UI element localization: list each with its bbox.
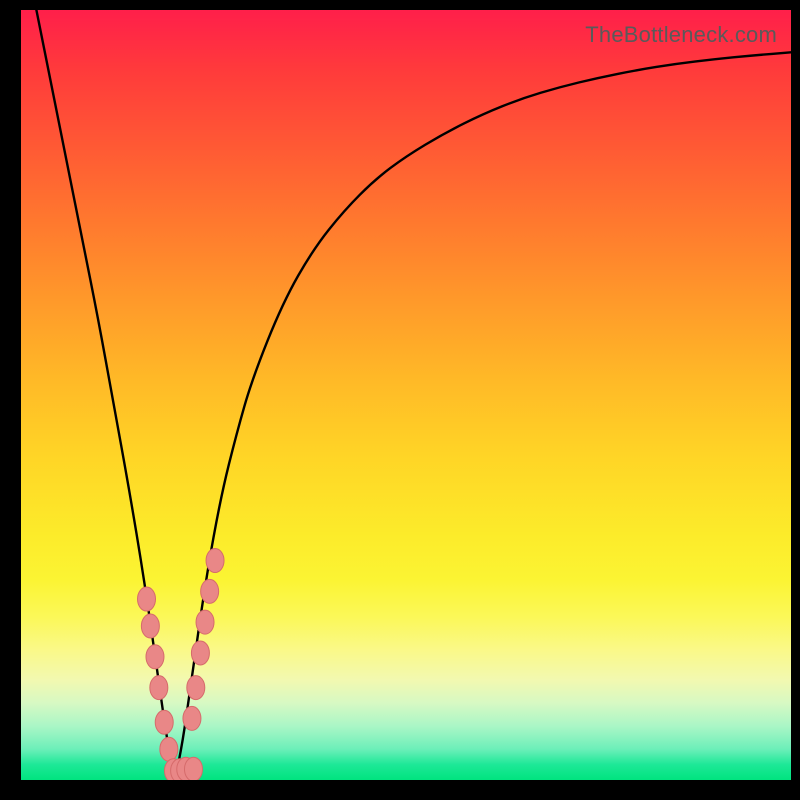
data-dot — [146, 645, 164, 669]
data-dot — [150, 676, 168, 700]
data-dot — [191, 641, 209, 665]
data-dot — [141, 614, 159, 638]
data-dot — [160, 737, 178, 761]
chart-frame: TheBottleneck.com — [0, 0, 800, 800]
data-dot — [155, 710, 173, 734]
data-dot — [184, 757, 202, 780]
data-dot — [206, 549, 224, 573]
plot-area: TheBottleneck.com — [21, 10, 791, 780]
curve-segment — [175, 52, 791, 780]
data-dot — [196, 610, 214, 634]
data-dot — [187, 676, 205, 700]
watermark-text: TheBottleneck.com — [585, 22, 777, 48]
data-dot — [201, 579, 219, 603]
data-dot — [138, 587, 156, 611]
data-dot — [183, 706, 201, 730]
chart-svg — [21, 10, 791, 780]
